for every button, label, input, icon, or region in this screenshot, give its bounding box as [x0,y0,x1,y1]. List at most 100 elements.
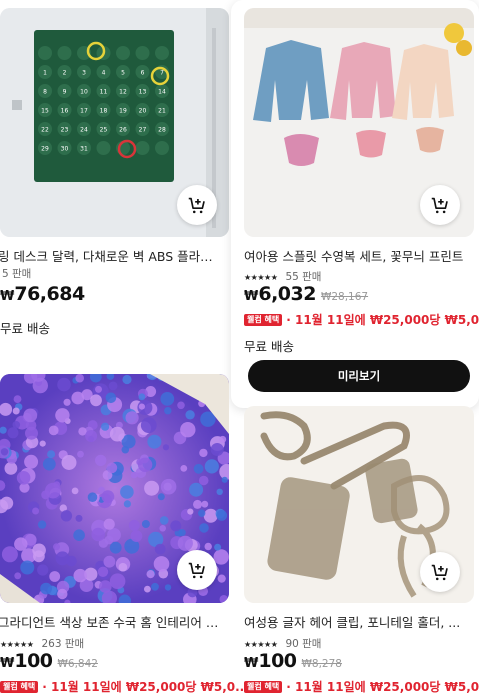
flower-petal [57,588,68,600]
product-card-calendar[interactable]: 1 2 3 4 5 6 7 8 9 10 11 12 13 14 15 16 17 18 19 20 21 22 23 24 2… [0,0,231,340]
calendar-day-label: 26 [119,127,127,134]
calendar-day-label: 19 [119,108,127,115]
flower-petal [23,408,38,423]
flower-petal [61,455,77,470]
original-price: ₩6,842 [57,658,98,670]
calendar-dot [135,141,150,155]
product-grid: 1 2 3 4 5 6 7 8 9 10 11 12 13 14 15 16 17 18 19 20 21 22 23 24 2… [0,0,479,697]
flower-petal [99,580,112,593]
preview-button[interactable]: 미리보기 [248,360,470,392]
flower-petal [63,398,71,406]
flower-petal [12,407,20,415]
calendar-day-label: 11 [100,89,108,96]
sold-count: 263 판매 [41,638,85,650]
flower-petal [109,426,125,442]
flower-petal [47,450,56,459]
price: ₩ 76,684 [0,283,85,305]
add-to-cart-button[interactable] [177,185,217,225]
promo-row: 웰컴 혜택 · 11월 11일에 ₩25,000당 ₩5,0... [244,678,479,695]
flower-petal [1,546,18,563]
flower-petal [185,410,195,420]
flower-petal [193,463,204,474]
add-to-cart-button[interactable] [420,552,460,592]
flower-petal [90,394,102,407]
flower-petal [57,377,71,392]
flower-petal [32,543,46,558]
calendar-dot [96,141,111,155]
flower-petal [138,403,145,410]
calendar-day-label: 10 [80,89,88,96]
flower-petal [53,543,60,551]
flower-petal [105,392,117,404]
flower-petal [85,430,98,442]
flower-petal [140,417,157,434]
flower-petal [108,381,118,391]
flower-petal [118,562,128,572]
product-card-hairclip[interactable]: 여성용 글자 헤어 클립, 포니테일 홀더, ... ★★★★★ 90 판매 ₩… [244,406,479,697]
add-to-cart-icon [431,564,448,581]
flower-petal [219,435,227,443]
flower-petal [37,564,49,576]
sold-count: 5 판매 [2,268,32,280]
flower-petal [201,500,209,508]
flower-petal [73,529,85,541]
flower-petal [178,529,186,537]
flower-petal [71,487,79,495]
add-to-cart-icon [431,197,448,214]
calendar-day-label: 12 [119,89,127,96]
product-title[interactable]: 그라디언트 색상 보존 수국 홈 인테리어 장식 [0,612,224,631]
welcome-badge: 웰컴 혜택 [244,680,283,693]
calendar-dot [155,141,169,155]
calendar-day-label: 25 [100,127,108,134]
rating-stars: ★★★★★ [0,640,34,649]
rating-row: ★★★★★ 263 판매 [0,632,84,651]
welcome-badge: 웰컴 혜택 [0,680,39,693]
flower-petal [4,462,18,475]
flower-petal [101,490,115,503]
flower-petal [144,585,151,593]
flower-petal [217,574,226,583]
calendar-day-label: 24 [80,127,88,134]
flower-petal [48,425,59,436]
flower-petal [37,520,47,529]
flower-petal [75,374,84,383]
currency-symbol: ₩ [244,289,259,304]
calendar-day-label: 16 [61,108,69,115]
product-card-swimsuit[interactable]: 여아용 스플릿 수영복 세트, 꽃무늬 프린트 ★★★★★ 55 판매 ₩ 6,… [244,0,479,400]
product-title[interactable]: 여아용 스플릿 수영복 세트, 꽃무늬 프린트 [244,246,472,265]
flower-petal [42,457,56,471]
shipping-info: 무료 배송 [244,339,294,354]
original-price: ₩8,278 [301,658,342,670]
product-title[interactable]: 링 데스크 달력, 다채로운 벽 ABS 플라스틱 [0,246,216,265]
product-title[interactable]: 여성용 글자 헤어 클립, 포니테일 홀더, ... [244,612,472,631]
add-to-cart-button[interactable] [420,185,460,225]
currency-symbol: ₩ [0,289,15,304]
original-price: ₩28,167 [320,291,369,303]
flower-petal [125,411,139,425]
flower-petal [16,471,31,485]
rating-stars: ★★★★★ [244,273,278,282]
flower-petal [24,454,39,469]
rating-row: ★★★★★ 90 판매 [244,632,321,651]
calendar-day-label: 3 [82,70,86,77]
flower-petal [164,584,172,591]
calendar-day-label: 21 [158,108,166,115]
flower-petal [130,530,143,542]
calendar-day-label: 22 [41,127,49,134]
flower-petal [177,401,185,410]
flower-petal [159,525,166,532]
currency-symbol: ₩ [0,656,15,671]
flower-petal [157,493,165,501]
flower-petal [187,508,194,515]
flower-petal [144,480,160,496]
calendar-day-label: 8 [43,89,47,96]
add-to-cart-button[interactable] [177,550,217,590]
flower-petal [45,482,61,499]
flower-petal [97,566,109,577]
calendar-dot [38,46,52,60]
calendar-day-label: 30 [61,146,69,153]
product-card-hydrangea[interactable]: 그라디언트 색상 보존 수국 홈 인테리어 장식 ★★★★★ 263 판매 ₩ … [0,374,249,697]
calendar-day-label: 29 [41,146,49,153]
flower-petal [109,541,122,554]
flower-petal [170,520,182,532]
